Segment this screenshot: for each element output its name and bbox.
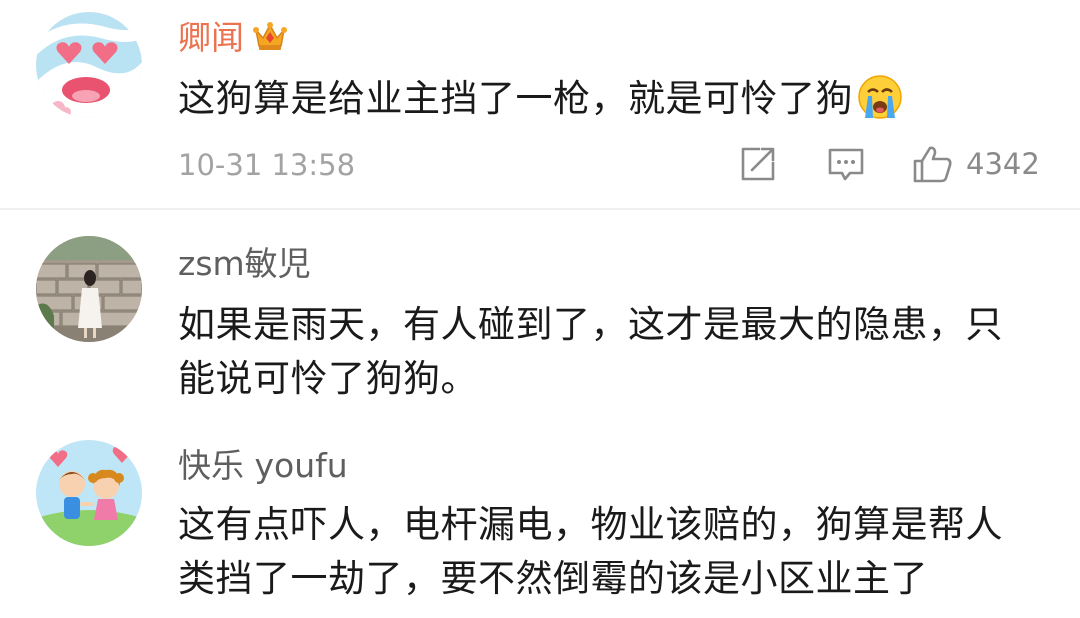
comment-item: 卿闻 这狗算是给业主挡了一枪，就是可怜了狗 10-31 13:58 4342 — [0, 0, 1080, 210]
timestamp: 10-31 13:58 — [178, 148, 356, 182]
crown-icon — [253, 22, 287, 50]
reply-button[interactable] — [826, 144, 866, 184]
comment-icon — [828, 148, 864, 181]
thumbs-up-icon — [913, 146, 952, 183]
username[interactable]: zsm敏児 — [178, 244, 311, 284]
username-text[interactable]: 卿闻 — [178, 18, 244, 57]
crying-face-icon — [858, 75, 902, 119]
avatar[interactable] — [36, 236, 142, 342]
username[interactable]: 卿闻 — [178, 18, 288, 58]
avatar[interactable] — [36, 440, 142, 546]
username[interactable]: 快乐 youfu — [178, 446, 348, 486]
comment-text-content: 这狗算是给业主挡了一枪，就是可怜了狗 — [178, 77, 853, 120]
like-count: 4342 — [966, 147, 1040, 181]
comment-text: 这狗算是给业主挡了一枪，就是可怜了狗 — [178, 72, 1038, 126]
comment-item: zsm敏児 如果是雨天，有人碰到了，这才是最大的隐患，只能说可怜了狗狗。 — [0, 210, 1080, 430]
avatar-heart-eyes-icon — [36, 12, 142, 118]
avatar-cartoon-kids-icon — [36, 440, 142, 546]
share-button[interactable] — [738, 144, 778, 184]
comment-text: 如果是雨天，有人碰到了，这才是最大的隐患，只能说可怜了狗狗。 — [178, 303, 1003, 400]
avatar[interactable] — [36, 12, 142, 118]
comment-text: 这有点吓人，电杆漏电，物业该赔的，狗算是帮人类挡了一劫了，要不然倒霉的该是小区业… — [178, 503, 1003, 600]
share-icon — [741, 147, 775, 181]
like-button[interactable]: 4342 — [912, 144, 1040, 184]
avatar-photo-icon — [36, 236, 142, 342]
comment-item: 快乐 youfu 这有点吓人，电杆漏电，物业该赔的，狗算是帮人类挡了一劫了，要不… — [0, 430, 1080, 618]
